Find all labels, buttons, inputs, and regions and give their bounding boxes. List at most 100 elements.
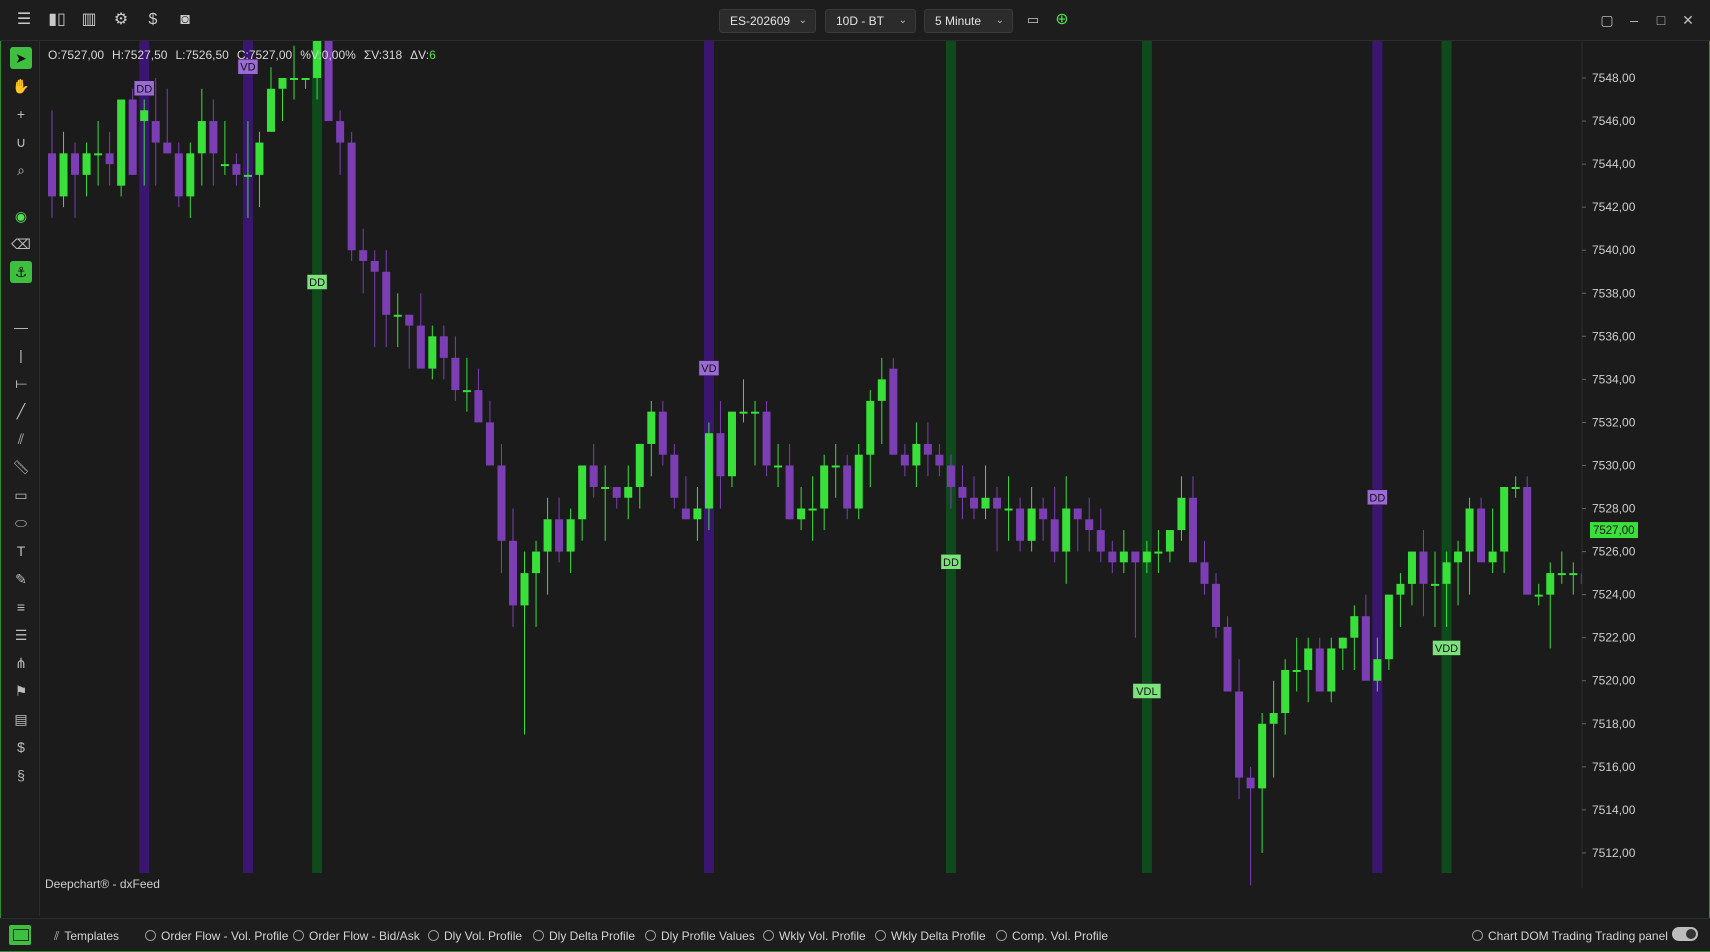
candle-body [1534, 594, 1543, 597]
candle-body [1062, 508, 1071, 552]
candle-body [105, 153, 114, 165]
signal-marker-label: VDL [1136, 686, 1157, 698]
candle-body [831, 465, 840, 468]
signal-marker-label: DD [136, 83, 152, 95]
top-toolbar: ☰ ▮▯ ▥ ⚙ $ ◙ ES-202609 ⌄ 10D - BT ⌄ 5 Mi… [0, 0, 1710, 41]
gear-icon[interactable]: ⚙ [111, 10, 131, 30]
fibonacci-icon[interactable]: ≡ [10, 596, 32, 618]
template-radio-0[interactable]: Order Flow - Vol. Profile [145, 927, 288, 945]
candle-body [1073, 508, 1082, 520]
candle-body [1142, 551, 1151, 563]
price-tick-label: 7536,00 [1592, 329, 1636, 343]
candle-body [1396, 583, 1405, 595]
zoom-icon[interactable]: ⌕ [10, 159, 32, 181]
pencil-icon[interactable]: ✎ [10, 568, 32, 590]
crosshair-icon[interactable]: + [10, 103, 32, 125]
candle-body [140, 110, 149, 122]
channel-icon[interactable]: ⫽ [10, 428, 32, 450]
candle-body [981, 497, 990, 509]
template-radio-4[interactable]: Dly Profile Values [645, 927, 755, 945]
bar-chart-icon[interactable]: ▥ [79, 10, 99, 30]
candle-body [451, 357, 460, 391]
maximize-icon[interactable]: □ [1651, 10, 1671, 30]
rectangle-icon[interactable]: ▭ [10, 484, 32, 506]
candle-body [958, 487, 967, 498]
range-dropdown[interactable]: 10D - BT ⌄ [825, 9, 916, 33]
candle-body [889, 368, 898, 455]
interval-label: 5 Minute [935, 14, 982, 28]
template-radio-6[interactable]: Wkly Delta Profile [875, 927, 986, 945]
candle-body [1569, 573, 1578, 576]
candle-body [382, 271, 391, 315]
restore-panel-icon[interactable]: ▢ [1597, 10, 1617, 30]
dollar-icon[interactable]: $ [143, 10, 163, 30]
candle-body [509, 540, 517, 606]
price-tick-label: 7532,00 [1592, 415, 1636, 429]
pitchfork-icon[interactable]: ⋔ [10, 652, 32, 674]
template-radio-3[interactable]: Dly Delta Profile [533, 927, 635, 945]
candle-body [1350, 616, 1359, 638]
candle-body [1269, 713, 1278, 724]
trading-panel-toggle[interactable] [1672, 927, 1698, 941]
price-alert-icon[interactable]: $ [10, 736, 32, 758]
template-radio-2[interactable]: Dly Vol. Profile [428, 927, 522, 945]
magnet-icon[interactable]: ∪ [10, 131, 32, 153]
candle-body [1304, 648, 1313, 670]
visibility-eye-icon[interactable]: ◉ [10, 205, 32, 227]
signal-marker-label: DD [309, 277, 325, 289]
chart-dom-trading-radio[interactable]: Chart DOM Trading [1472, 927, 1592, 945]
pointer-tool-icon[interactable]: ➤ [10, 47, 32, 69]
template-radio-5[interactable]: Wkly Vol. Profile [763, 927, 866, 945]
menu-icon[interactable]: ☰ [14, 10, 34, 30]
candle-body [1165, 530, 1174, 552]
template-radio-7[interactable]: Comp. Vol. Profile [996, 927, 1108, 945]
volume-profile-tool-icon[interactable]: ▤ [10, 708, 32, 730]
candle-body [912, 443, 921, 466]
eraser-icon[interactable]: ⌫ [10, 233, 32, 255]
text-icon[interactable]: T [10, 540, 32, 562]
template-radio-1[interactable]: Order Flow - Bid/Ask [293, 927, 420, 945]
candles-icon[interactable]: ▮▯ [47, 10, 67, 30]
trend-line-icon[interactable]: ╱ [10, 400, 32, 422]
add-chart-icon[interactable]: ⊕ [1052, 10, 1072, 30]
price-tick-label: 7540,00 [1592, 243, 1636, 257]
candle-body [704, 433, 713, 509]
calendar-icon[interactable]: ▭ [1023, 10, 1043, 30]
ellipse-icon[interactable]: ⬭ [10, 512, 32, 534]
candle-body [727, 411, 736, 477]
ray-icon[interactable]: ⟝ [10, 372, 32, 394]
chart-area[interactable]: DD VD DD VD DD VDL DD VDD 7548,00 7546,00 7544,00 7… [40, 41, 1642, 891]
close-icon[interactable]: ✕ [1678, 10, 1698, 30]
hand-tool-icon[interactable]: ✋ [10, 75, 32, 97]
interval-dropdown[interactable]: 5 Minute ⌄ [924, 9, 1013, 33]
candle-body [1327, 648, 1336, 692]
candle-body [497, 465, 506, 541]
horizontal-line-icon[interactable]: — [10, 316, 32, 338]
candle-body [624, 487, 633, 498]
flag-icon[interactable]: ⚑ [10, 680, 32, 702]
lock-drawings-icon[interactable]: ⚓ [10, 261, 32, 283]
template-label: Dly Delta Profile [549, 929, 636, 943]
templates-button[interactable]: ⫽ Templates [54, 927, 119, 945]
time-alert-icon[interactable]: § [10, 764, 32, 786]
candle-body [900, 454, 909, 466]
candle-body [439, 336, 448, 358]
candle-body [1523, 487, 1532, 595]
drawing-toolbar: ➤ ✋ + ∪ ⌕ ◉ ⌫ ⚓ — | ⟝ ╱ ⫽ 📏︎ ▭ ⬭ T ✎ ≡ ☰… [1, 41, 40, 916]
candlestick-chart[interactable]: DD VD DD VD DD VDL DD VDD 7548,00 7546,00 7544,00 7… [40, 41, 1642, 888]
candle-body [1004, 508, 1013, 511]
candle-body [1039, 508, 1048, 520]
panel-toggle-icon[interactable] [9, 925, 31, 945]
camera-icon[interactable]: ◙ [175, 10, 195, 30]
candle-body [474, 390, 483, 423]
vertical-line-icon[interactable]: | [10, 344, 32, 366]
minimize-icon[interactable]: – [1624, 10, 1644, 30]
ruler-icon[interactable]: 📏︎ [10, 456, 32, 478]
price-tick-label: 7516,00 [1592, 760, 1636, 774]
fib-extension-icon[interactable]: ☰ [10, 624, 32, 646]
ohlc-delta-volume: ΔV:6 [410, 48, 436, 62]
candle-body [785, 465, 794, 520]
candle-body [94, 153, 103, 156]
candle-body [1315, 648, 1324, 692]
symbol-dropdown[interactable]: ES-202609 ⌄ [719, 9, 816, 33]
